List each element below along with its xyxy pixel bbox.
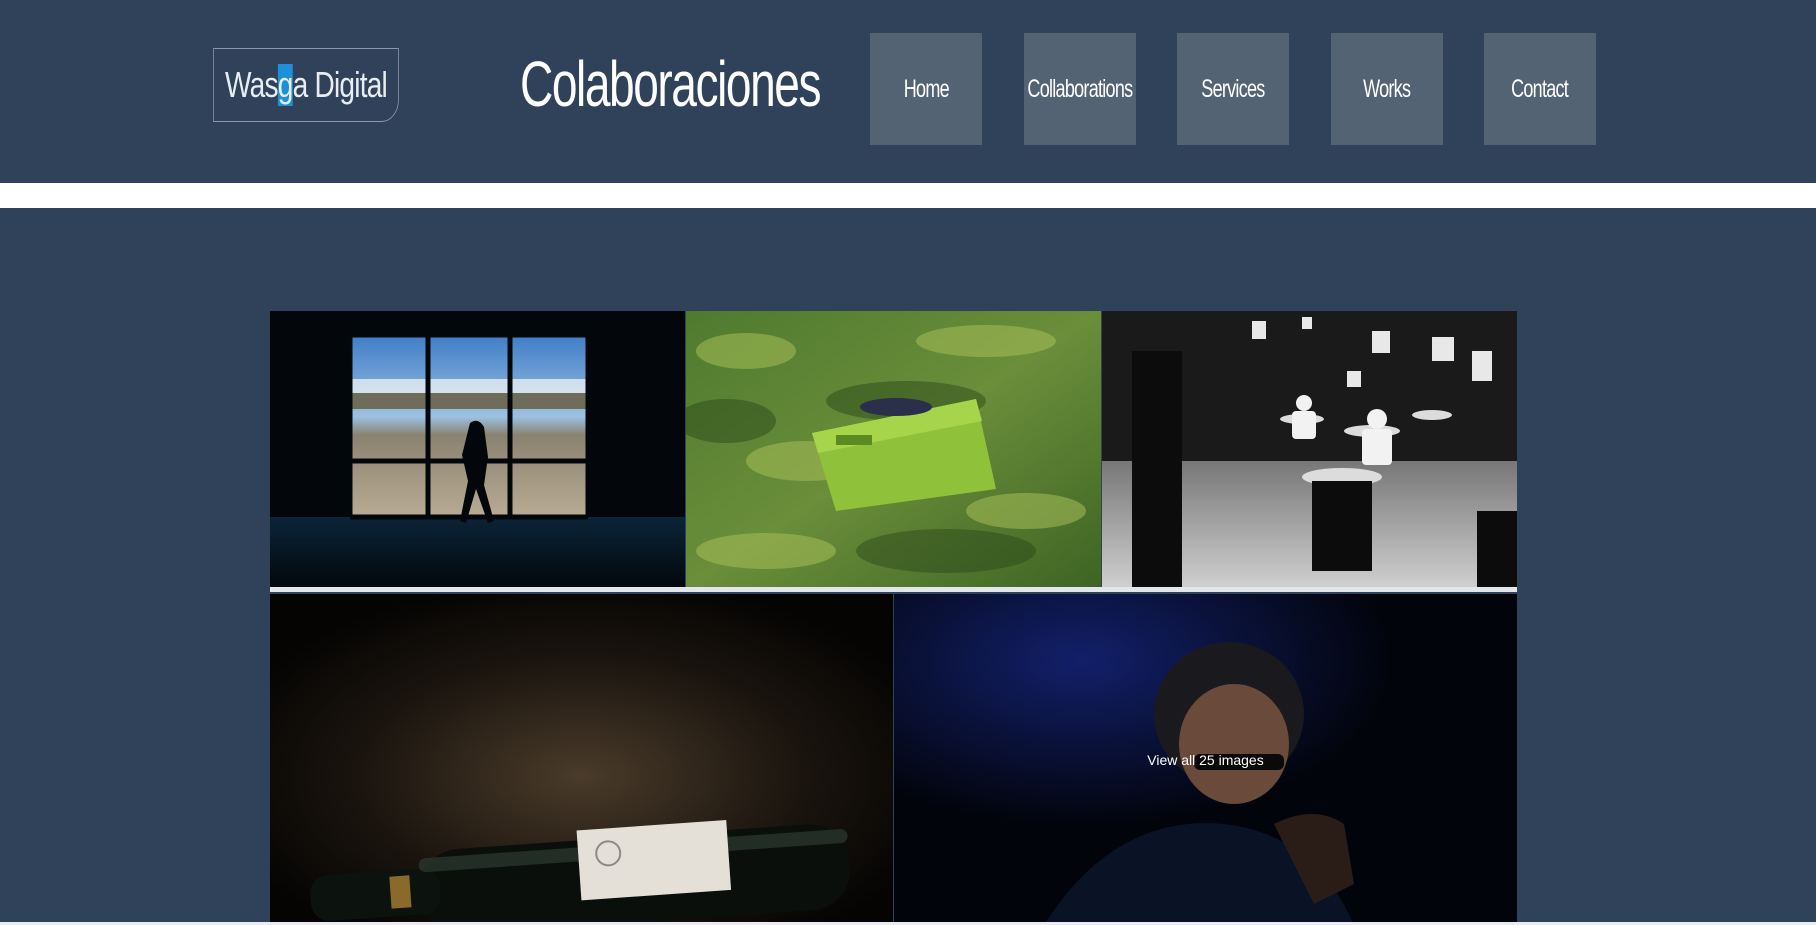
view-all-images-link[interactable]: View all 25 images: [894, 594, 1517, 925]
gallery-image-2[interactable]: [686, 311, 1101, 587]
green-grape-crate-vineyard-photo: [686, 311, 1101, 587]
nav-home-button[interactable]: Home: [870, 33, 982, 145]
page-title: Colaboraciones: [520, 48, 821, 120]
site-logo[interactable]: Was g a Digital: [213, 48, 399, 122]
nav-works-label: Works: [1363, 74, 1411, 103]
black-white-cafe-interior-photo: [1102, 311, 1517, 587]
nav-collaborations-button[interactable]: Collaborations: [1024, 33, 1136, 145]
gallery-image-3[interactable]: [1102, 311, 1517, 587]
logo-text-end: a Digital: [292, 64, 388, 105]
wine-bottle-photo: [270, 594, 893, 925]
person-walking-window-vineyard-photo: [270, 311, 685, 587]
nav-services-button[interactable]: Services: [1177, 33, 1289, 145]
nav-contact-button[interactable]: Contact: [1484, 33, 1596, 145]
gallery-section: View all 25 images: [0, 208, 1816, 925]
nav-home-label: Home: [903, 74, 949, 103]
gallery-image-5[interactable]: View all 25 images: [894, 594, 1517, 925]
gallery-row-separator: [270, 587, 1517, 592]
logo-text-start: Was: [224, 64, 279, 105]
nav-works-button[interactable]: Works: [1331, 33, 1443, 145]
gallery-image-1[interactable]: [270, 311, 685, 587]
nav-services-label: Services: [1201, 74, 1265, 103]
gallery-image-4[interactable]: [270, 594, 893, 925]
nav-collaborations-label: Collaborations: [1027, 74, 1134, 103]
logo-text-highlight: g: [277, 64, 293, 106]
site-header: Was g a Digital Colaboraciones Home Collab…: [0, 0, 1816, 183]
nav-contact-label: Contact: [1511, 74, 1569, 103]
header-divider-band: [0, 183, 1816, 208]
